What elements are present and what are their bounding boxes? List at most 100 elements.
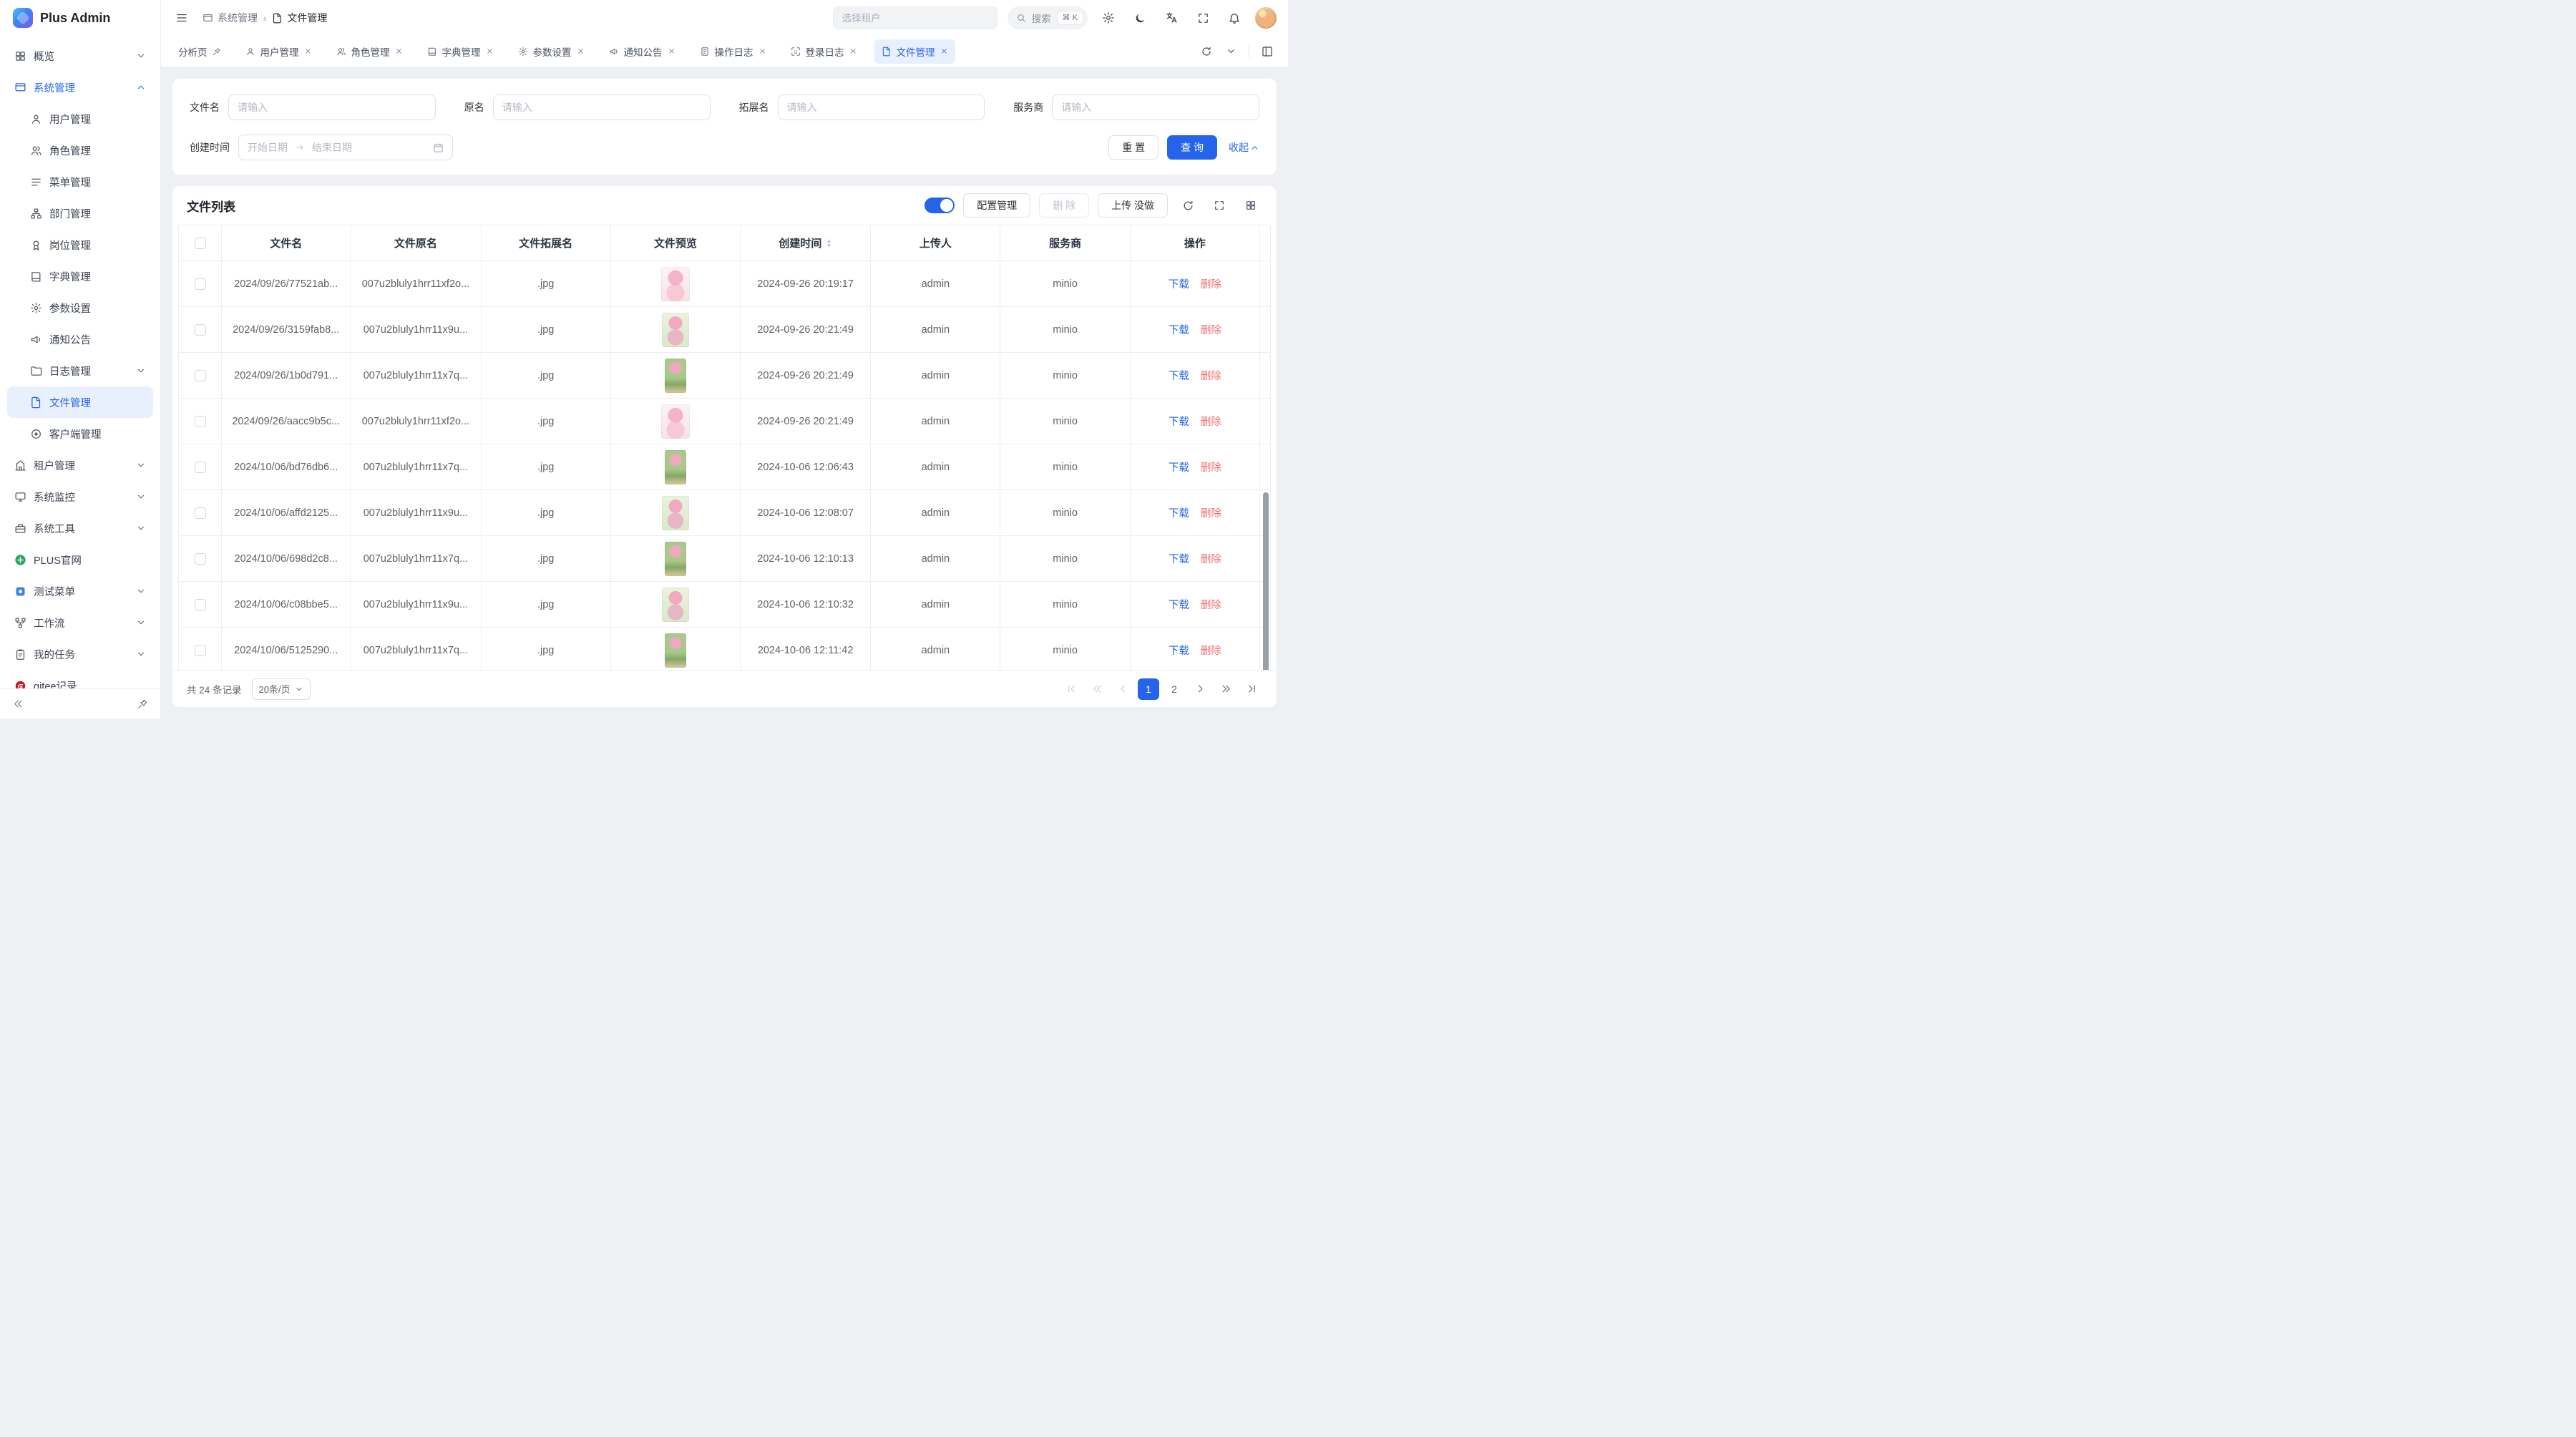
sidebar-item-tenant-mgmt[interactable]: 租户管理	[7, 449, 153, 481]
sidebar-item-role-mgmt[interactable]: 角色管理	[7, 135, 153, 166]
file-preview-thumbnail[interactable]	[665, 542, 686, 576]
sidebar-item-overview[interactable]: 概览	[7, 40, 153, 72]
upload-button[interactable]: 上传 没做	[1098, 193, 1168, 218]
tab-close-button[interactable]	[577, 47, 585, 55]
sidebar-item-client-mgmt[interactable]: 客户端管理	[7, 418, 153, 449]
file-preview-thumbnail[interactable]	[665, 359, 686, 393]
tab-user-mgmt[interactable]: 用户管理	[238, 39, 319, 64]
sidebar-item-user-mgmt[interactable]: 用户管理	[7, 103, 153, 135]
collapse-sidebar-button[interactable]	[9, 695, 27, 713]
download-link[interactable]: 下载	[1169, 279, 1189, 291]
tab-close-button[interactable]	[395, 47, 403, 55]
layout-settings-button[interactable]	[1257, 41, 1278, 62]
sidebar-item-param-settings[interactable]: 参数设置	[7, 292, 153, 323]
row-checkbox[interactable]	[195, 507, 206, 519]
tab-role-mgmt[interactable]: 角色管理	[329, 39, 410, 64]
fullscreen-button[interactable]	[1192, 7, 1214, 29]
user-avatar[interactable]	[1255, 7, 1277, 29]
tab-close-button[interactable]	[758, 47, 766, 55]
pagination-prev-more-button[interactable]	[1086, 678, 1108, 700]
delete-link[interactable]: 删除	[1201, 508, 1221, 520]
tab-close-button[interactable]	[668, 47, 675, 55]
download-link[interactable]: 下载	[1169, 646, 1189, 657]
tab-close-button[interactable]	[304, 47, 312, 55]
file-preview-thumbnail[interactable]	[665, 633, 686, 668]
row-checkbox[interactable]	[195, 278, 206, 290]
sidebar-item-workflow[interactable]: 工作流	[7, 607, 153, 638]
tab-param-settings[interactable]: 参数设置	[511, 39, 592, 64]
sidebar-item-log-mgmt[interactable]: 日志管理	[7, 355, 153, 386]
sidebar-item-system-tools[interactable]: 系统工具	[7, 512, 153, 544]
pagination-next-more-button[interactable]	[1215, 678, 1236, 700]
sidebar-item-file-mgmt[interactable]: 文件管理	[7, 386, 153, 418]
file-preview-thumbnail[interactable]	[662, 588, 689, 622]
delete-link[interactable]: 删除	[1201, 371, 1221, 382]
pagination-next-button[interactable]	[1189, 678, 1211, 700]
tab-file-mgmt[interactable]: 文件管理	[874, 39, 955, 64]
download-link[interactable]: 下载	[1169, 417, 1189, 428]
delete-link[interactable]: 删除	[1201, 600, 1221, 611]
collapse-filter-link[interactable]: 收起	[1229, 140, 1259, 155]
logo[interactable]: Plus Admin	[0, 0, 160, 36]
sidebar-item-my-tasks[interactable]: 我的任务	[7, 638, 153, 670]
download-link[interactable]: 下载	[1169, 600, 1189, 611]
tab-close-button[interactable]	[849, 47, 857, 55]
page-size-select[interactable]: 20条/页	[252, 678, 311, 700]
sidebar-item-dict-mgmt[interactable]: 字典管理	[7, 260, 153, 292]
file-preview-thumbnail[interactable]	[661, 267, 690, 301]
config-management-button[interactable]: 配置管理	[963, 193, 1030, 218]
provider-input[interactable]	[1052, 94, 1259, 120]
settings-button[interactable]	[1098, 7, 1119, 29]
sort-control[interactable]: ▲▼	[826, 238, 831, 248]
download-link[interactable]: 下载	[1169, 371, 1189, 382]
sidebar-item-gitee[interactable]: gitee记录	[7, 670, 153, 688]
file-preview-thumbnail[interactable]	[662, 313, 689, 347]
language-button[interactable]	[1161, 7, 1182, 29]
created-time-range-picker[interactable]: 开始日期 结束日期	[238, 135, 453, 160]
row-checkbox[interactable]	[195, 599, 206, 610]
refresh-list-button[interactable]	[1176, 194, 1199, 217]
reset-button[interactable]: 重 置	[1108, 135, 1158, 160]
row-checkbox[interactable]	[195, 370, 206, 381]
delete-link[interactable]: 删除	[1201, 279, 1221, 291]
tab-dict-mgmt[interactable]: 字典管理	[420, 39, 501, 64]
download-link[interactable]: 下载	[1169, 554, 1189, 565]
download-link[interactable]: 下载	[1169, 508, 1189, 520]
sidebar-item-dept-mgmt[interactable]: 部门管理	[7, 198, 153, 229]
delete-link[interactable]: 删除	[1201, 462, 1221, 474]
pin-sidebar-button[interactable]	[133, 695, 152, 713]
original-name-input[interactable]	[493, 94, 711, 120]
row-checkbox[interactable]	[195, 324, 206, 336]
pagination-first-button[interactable]	[1060, 678, 1082, 700]
tab-login-log[interactable]: 登录日志	[784, 39, 864, 64]
file-preview-thumbnail[interactable]	[665, 450, 686, 484]
row-checkbox[interactable]	[195, 553, 206, 565]
row-checkbox[interactable]	[195, 416, 206, 427]
delete-selected-button[interactable]: 删 除	[1039, 193, 1089, 218]
tab-operation-log[interactable]: 操作日志	[693, 39, 774, 64]
delete-link[interactable]: 删除	[1201, 554, 1221, 565]
pagination-page-2[interactable]: 2	[1163, 678, 1185, 700]
column-settings-button[interactable]	[1239, 194, 1262, 217]
breadcrumb-file-mgmt[interactable]: 文件管理	[272, 11, 327, 25]
tenant-select[interactable]	[833, 6, 997, 29]
sidebar-item-test-menu[interactable]: 测试菜单	[7, 575, 153, 607]
tab-analysis[interactable]: 分析页	[171, 39, 228, 64]
row-checkbox[interactable]	[195, 645, 206, 656]
fullscreen-list-button[interactable]	[1208, 194, 1231, 217]
file-name-input[interactable]	[228, 94, 436, 120]
file-preview-thumbnail[interactable]	[662, 496, 689, 530]
sidebar-item-notice[interactable]: 通知公告	[7, 323, 153, 355]
delete-link[interactable]: 删除	[1201, 325, 1221, 336]
row-checkbox[interactable]	[195, 462, 206, 473]
search-button[interactable]: 查 询	[1167, 135, 1217, 160]
dark-mode-button[interactable]	[1129, 7, 1151, 29]
tab-options-button[interactable]	[1220, 41, 1241, 62]
breadcrumb-system-mgmt[interactable]: 系统管理	[203, 11, 258, 25]
table-scrollbar[interactable]	[1263, 492, 1269, 670]
toolbar-toggle[interactable]	[924, 198, 955, 213]
pagination-prev-button[interactable]	[1112, 678, 1133, 700]
sidebar-item-plus-site[interactable]: PLUS官网	[7, 544, 153, 575]
delete-link[interactable]: 删除	[1201, 646, 1221, 657]
column-header-created-time[interactable]: 创建时间▲▼	[741, 225, 871, 261]
